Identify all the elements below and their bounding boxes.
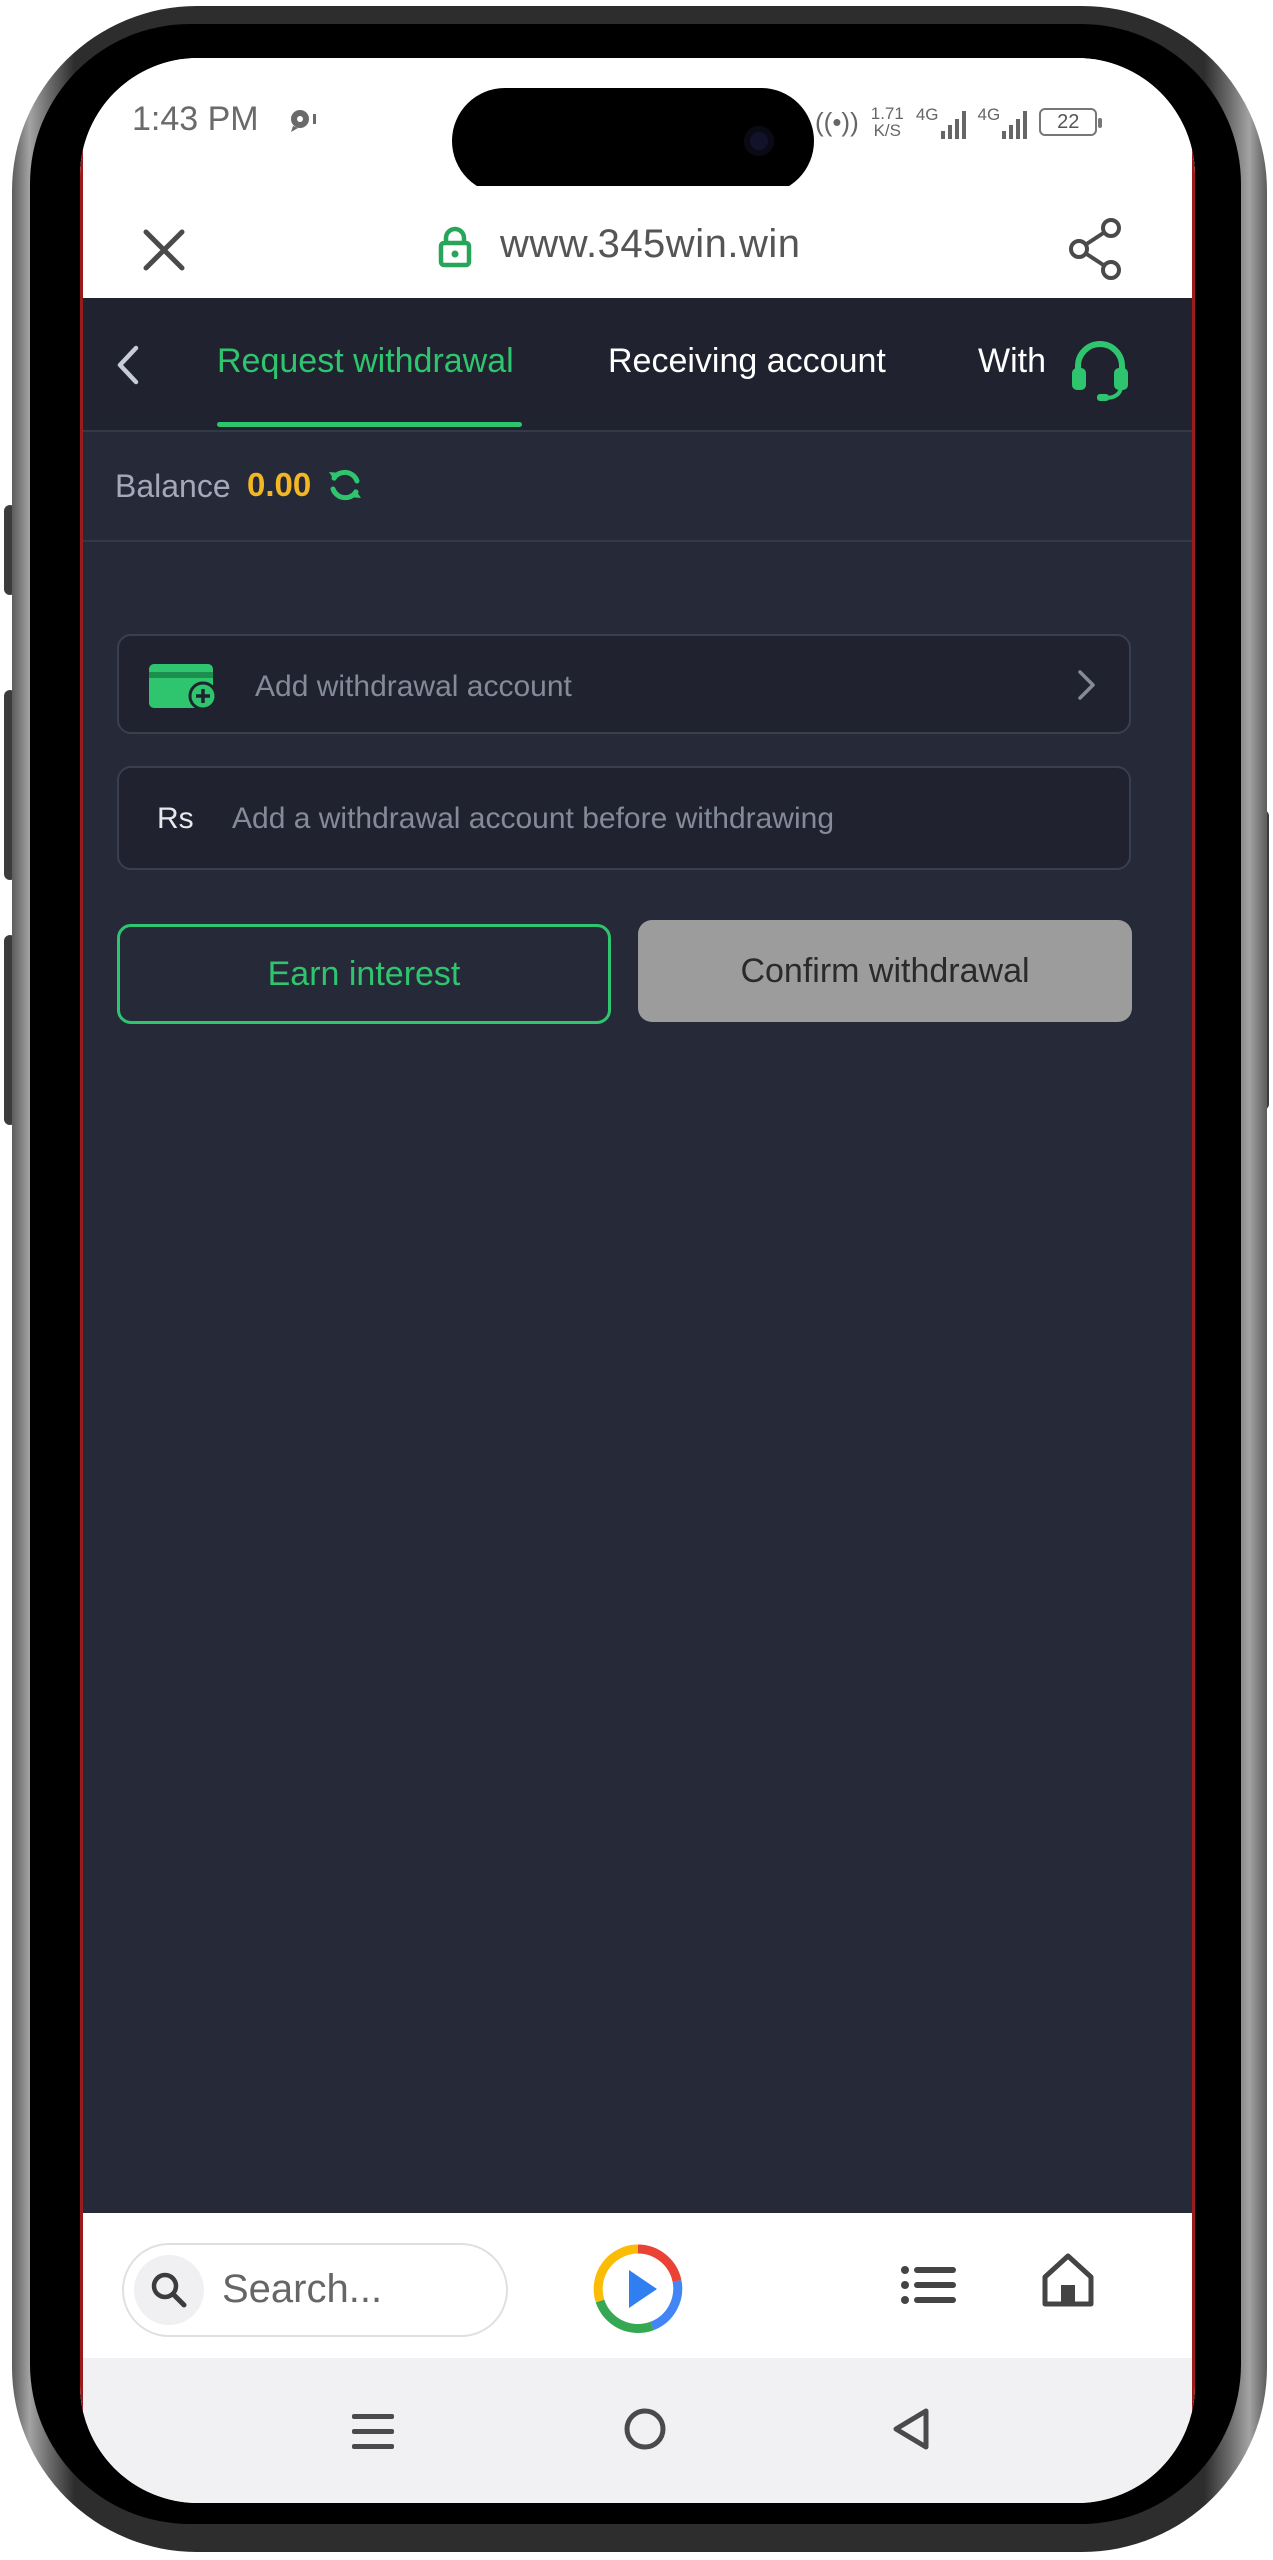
- close-icon[interactable]: [140, 226, 188, 279]
- amount-placeholder: Add a withdrawal account before withdraw…: [232, 802, 835, 835]
- status-time: 1:43 PM: [132, 100, 259, 138]
- tab-withdrawal-history[interactable]: With: [978, 342, 1046, 381]
- screen-edge-left: [80, 148, 83, 2458]
- chevron-left-icon[interactable]: [110, 342, 146, 393]
- tab-bar: Request withdrawal Receiving account Wit…: [80, 298, 1195, 432]
- withdrawal-amount-field[interactable]: Rs Add a withdrawal account before withd…: [117, 766, 1131, 870]
- wallet-add-icon: [149, 660, 221, 717]
- network-speed: 1.71 K/S: [871, 105, 904, 139]
- headset-icon[interactable]: [1067, 338, 1133, 407]
- add-withdrawal-account-label: Add withdrawal account: [255, 670, 572, 703]
- active-tab-indicator: [217, 422, 522, 427]
- lock-icon: [438, 226, 472, 273]
- front-camera: [744, 126, 774, 156]
- status-bar: 1:43 PM ((•)) 1.71 K/S 4G 4G 22: [80, 58, 1195, 194]
- phone-screen: 1:43 PM ((•)) 1.71 K/S 4G 4G 22 www.345w…: [80, 58, 1195, 2503]
- dynamic-island: [452, 88, 814, 194]
- balance-label: Balance: [115, 468, 231, 504]
- signal-bars-icon: [940, 111, 966, 139]
- back-button-icon[interactable]: [890, 2406, 932, 2457]
- browser-url-bar: www.345win.win: [80, 186, 1195, 298]
- screen-edge-right: [1192, 148, 1195, 2458]
- play-logo-icon[interactable]: [592, 2243, 684, 2340]
- home-button-icon[interactable]: [622, 2406, 668, 2457]
- search-icon: [134, 2255, 204, 2325]
- tab-receiving-account[interactable]: Receiving account: [608, 342, 886, 381]
- currency-label: Rs: [157, 802, 194, 835]
- share-icon[interactable]: [1065, 218, 1125, 285]
- speed-unit: K/S: [873, 121, 901, 140]
- message-notification-icon: [287, 108, 319, 139]
- recent-apps-icon[interactable]: [350, 2410, 396, 2459]
- hotspot-icon: ((•)): [815, 106, 859, 137]
- balance-row: Balance 0.00: [80, 432, 1195, 542]
- chevron-right-icon: [1075, 668, 1097, 707]
- search-placeholder: Search...: [222, 2267, 383, 2311]
- balance-value: 0.00: [247, 466, 312, 503]
- signal-bars-icon: [1002, 111, 1028, 139]
- browser-toolbar: Search...: [80, 2213, 1195, 2358]
- network-type-2: 4G: [977, 105, 1001, 124]
- earn-interest-button[interactable]: Earn interest: [117, 924, 611, 1024]
- battery-icon: 22: [1039, 108, 1103, 136]
- search-bar[interactable]: Search...: [122, 2243, 508, 2337]
- status-indicators: ((•)) 1.71 K/S 4G 4G 22: [815, 102, 1103, 142]
- network-type-1: 4G: [915, 105, 939, 124]
- withdrawal-page: Request withdrawal Receiving account Wit…: [80, 298, 1195, 2213]
- system-navigation-bar: [80, 2358, 1195, 2503]
- home-icon[interactable]: [1040, 2251, 1096, 2314]
- refresh-icon[interactable]: [326, 466, 364, 509]
- add-withdrawal-account-row[interactable]: Add withdrawal account: [117, 634, 1131, 734]
- signal-1: 4G: [916, 105, 966, 139]
- signal-2: 4G: [978, 105, 1028, 139]
- url-text[interactable]: www.345win.win: [500, 222, 800, 267]
- confirm-withdrawal-button[interactable]: Confirm withdrawal: [638, 920, 1132, 1022]
- tab-request-withdrawal[interactable]: Request withdrawal: [217, 342, 514, 381]
- list-icon[interactable]: [900, 2265, 956, 2310]
